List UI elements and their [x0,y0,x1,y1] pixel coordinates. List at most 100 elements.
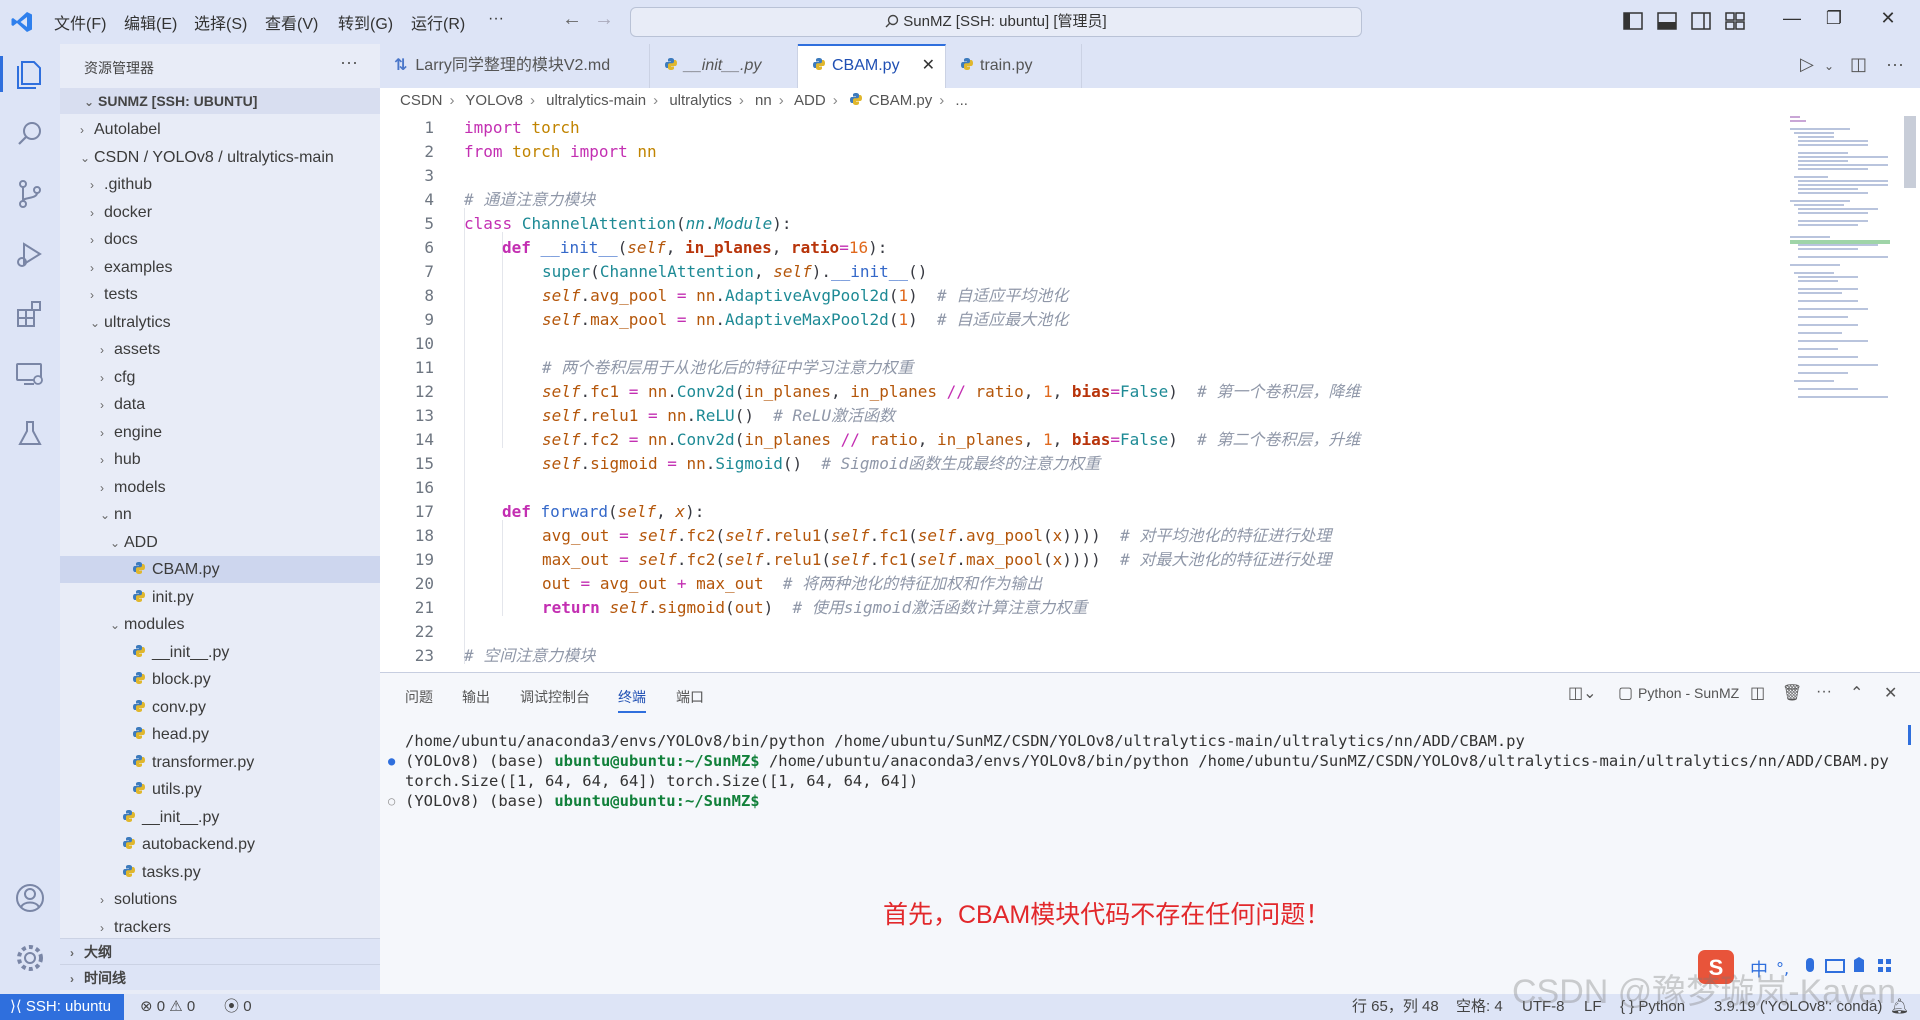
accounts-icon[interactable] [12,880,48,916]
menu-view[interactable]: 查看(V) [265,10,318,34]
panel-tab-ports[interactable]: 端口 [676,687,704,707]
panel-tab-terminal[interactable]: 终端 [618,687,646,713]
breadcrumb-item[interactable]: CBAM.py [869,92,932,109]
tree-folder[interactable]: ⌄ modules [60,611,380,638]
minimap[interactable] [1780,112,1900,422]
tab-init-py[interactable]: __init__.py [650,44,798,88]
tree-file[interactable]: conv.py [60,694,380,721]
code-line: 15 self.sigmoid = nn.Sigmoid() # Sigmoid函… [414,454,1101,473]
back-arrow-icon[interactable]: ← [562,8,582,31]
more-actions-icon[interactable]: ··· [340,52,358,73]
tree-file[interactable]: transformer.py [60,749,380,776]
tree-folder[interactable]: › tests [60,281,380,308]
menu-go[interactable]: 转到(G) [338,10,393,34]
tree-folder[interactable]: › hub [60,446,380,473]
tree-folder[interactable]: › examples [60,254,380,281]
ports-indicator[interactable]: ⦿ 0 [224,994,252,1020]
indentation[interactable]: 空格: 4 [1456,994,1503,1020]
run-debug-icon[interactable] [12,236,48,272]
menu-run[interactable]: 运行(R) [411,10,465,34]
tree-folder[interactable]: › Autolabel [60,116,380,143]
testing-icon[interactable] [12,416,48,452]
terminal-prompt[interactable]: ○ (YOLOv8) (base) ubuntu@ubuntu:~/SunMZ$ [388,791,769,811]
timeline-section[interactable]: › 时间线 [60,964,380,990]
tree-folder[interactable]: ⌄ CSDN / YOLOv8 / ultralytics-main [60,144,380,171]
tab-readme-md[interactable]: ⇅ Larry同学整理的模块V2.md [380,44,650,88]
command-center[interactable]: SunMZ [SSH: ubuntu] [管理员] [630,7,1362,37]
editor-scrollbar[interactable] [1904,116,1916,188]
breadcrumb-item[interactable]: ultralytics [669,92,732,109]
more-actions-icon[interactable]: ··· [1816,683,1832,701]
new-terminal-split-icon[interactable]: ◫⌄ [1568,683,1597,703]
close-panel-icon[interactable]: ✕ [1884,683,1897,703]
tree-folder[interactable]: › docs [60,226,380,253]
panel-tab-problems[interactable]: 问题 [405,687,433,707]
run-file-icon[interactable]: ▷ [1800,54,1814,75]
tab-train-py[interactable]: train.py [946,44,1082,88]
tree-folder[interactable]: › solutions [60,886,380,913]
toggle-panel-icon[interactable] [1656,10,1678,32]
menu-more[interactable]: ··· [488,10,504,28]
tree-folder[interactable]: › models [60,474,380,501]
tree-file[interactable]: __init__.py [60,639,380,666]
tree-file[interactable]: block.py [60,666,380,693]
maximize-icon[interactable]: ❐ [1812,8,1856,29]
tree-file[interactable]: head.py [60,721,380,748]
tree-file[interactable]: autobackend.py [60,831,380,858]
panel-tab-output[interactable]: 输出 [462,687,490,707]
tree-folder[interactable]: ⌄ ADD [60,529,380,556]
tree-folder[interactable]: › data [60,391,380,418]
tree-folder[interactable]: › docker [60,199,380,226]
tree-folder[interactable]: › cfg [60,364,380,391]
terminal-scroll-marker [1908,725,1911,745]
menu-edit[interactable]: 编辑(E) [124,10,177,34]
close-tab-icon[interactable]: ✕ [922,46,935,86]
cursor-position[interactable]: 行 65，列 48 [1352,994,1439,1020]
outline-section[interactable]: › 大纲 [60,938,380,964]
tree-file[interactable]: utils.py [60,776,380,803]
menu-file[interactable]: 文件(F) [54,10,106,34]
tree-file[interactable]: tasks.py [60,859,380,886]
tab-cbam-py[interactable]: CBAM.py ✕ [798,44,946,88]
split-editor-icon[interactable]: ◫ [1850,54,1867,75]
tree-folder[interactable]: › .github [60,171,380,198]
customize-layout-icon[interactable] [1724,10,1746,32]
toggle-secondary-sidebar-icon[interactable] [1690,10,1712,32]
more-actions-icon[interactable]: ··· [1886,54,1904,75]
breadcrumb-item[interactable]: ADD [794,92,826,109]
source-control-icon[interactable] [12,176,48,212]
extensions-icon[interactable] [12,296,48,332]
menu-selection[interactable]: 选择(S) [194,10,247,34]
panel-tab-debug-console[interactable]: 调试控制台 [520,687,590,707]
toggle-primary-sidebar-icon[interactable] [1622,10,1644,32]
breadcrumb-item[interactable]: ... [955,92,968,109]
minimize-icon[interactable]: — [1770,8,1814,29]
chevron-down-icon[interactable]: ⌄ [1824,59,1834,73]
breadcrumb-item[interactable]: nn [755,92,772,109]
search-icon[interactable] [12,116,48,152]
maximize-panel-icon[interactable]: ⌃ [1850,683,1863,703]
tree-file[interactable]: CBAM.py [60,556,380,583]
tree-file[interactable]: __init__.py [60,804,380,831]
workspace-root[interactable]: ⌄ SUNMZ [SSH: UBUNTU] [60,88,380,114]
kill-terminal-icon[interactable]: 🗑 [1782,683,1802,703]
close-window-icon[interactable]: ✕ [1866,8,1910,29]
forward-arrow-icon[interactable]: → [594,8,614,31]
split-terminal-icon[interactable]: ◫ [1750,683,1765,703]
terminal-profile-label[interactable]: Python - SunMZ [1638,685,1739,701]
breadcrumb-item[interactable]: CSDN [400,92,443,109]
breadcrumb-item[interactable]: YOLOv8 [465,92,523,109]
tree-folder[interactable]: › trackers [60,914,380,941]
tree-folder[interactable]: ⌄ nn [60,501,380,528]
tree-file[interactable]: init.py [60,584,380,611]
remote-indicator[interactable]: ⟩⟨ SSH: ubuntu [0,994,124,1020]
code-editor[interactable]: 1 import torch 2 from torch import nn 3 4 #… [380,112,1920,672]
tree-folder[interactable]: › engine [60,419,380,446]
problems-indicator[interactable]: ⊗ 0 ⚠ 0 [140,994,195,1020]
breadcrumb-item[interactable]: ultralytics-main [546,92,646,109]
tree-folder[interactable]: › assets [60,336,380,363]
explorer-icon[interactable] [0,56,48,92]
tree-folder[interactable]: ⌄ ultralytics [60,309,380,336]
manage-gear-icon[interactable] [12,940,48,976]
remote-explorer-icon[interactable] [12,356,48,392]
